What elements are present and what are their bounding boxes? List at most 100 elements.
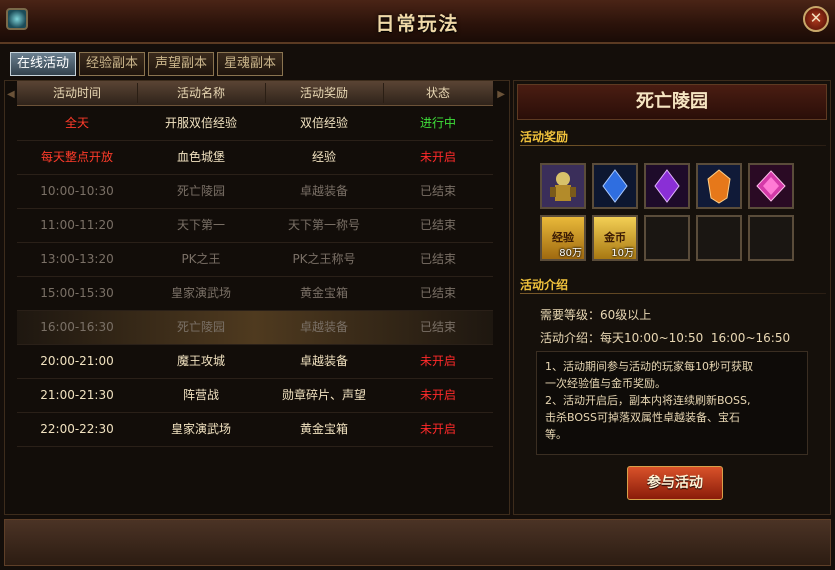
row-reward: PK之王称号 (292, 252, 356, 266)
activity-list-panel: ◀ ▶ 活动时间 活动名称 活动奖励 状态 全天 开服双倍经验 双倍经验 进行中每天整… (4, 80, 510, 515)
bottom-frame (4, 519, 831, 566)
table-row[interactable]: 全天 开服双倍经验 双倍经验 进行中 (17, 107, 493, 141)
activity-detail-title: 死亡陵园 (517, 84, 827, 120)
row-status: 未开启 (419, 388, 456, 402)
header-status: 状态 (425, 86, 450, 100)
table-row[interactable]: 15:00-15:30 皇家演武场 黄金宝箱 已结束 (17, 277, 493, 311)
tab-star-soul-dungeon[interactable]: 星魂副本 (217, 52, 284, 76)
close-button[interactable]: ✕ (803, 6, 829, 32)
level-value: 60级以上 (600, 308, 652, 322)
reward-armor-set-icon[interactable] (540, 163, 586, 209)
row-reward: 经验 (311, 150, 336, 164)
tab-online-activities[interactable]: 在线活动 (10, 52, 77, 76)
row-time: 21:00-21:30 (40, 388, 114, 402)
reward-gold-coin-icon[interactable]: 金币 10万 (592, 215, 638, 261)
activity-table-body: 全天 开服双倍经验 双倍经验 进行中每天整点开放 血色城堡 经验未开启 10:00-10:3… (17, 107, 493, 447)
row-name: PK之王 (181, 252, 221, 266)
level-requirement: 需要等级：60级以上 (540, 306, 651, 323)
row-name: 死亡陵园 (176, 320, 225, 334)
description-line: 1、活动期间参与活动的玩家每10秒可获取 (545, 360, 753, 373)
table-row[interactable]: 每天整点开放 血色城堡 经验 未开启 (17, 141, 493, 175)
row-name: 血色城堡 (176, 150, 225, 164)
empty-reward-slot (696, 215, 742, 261)
intro-label: 活动介绍： (540, 331, 601, 345)
right-arrow-icon: ▶ (497, 89, 505, 100)
row-status: 未开启 (419, 354, 456, 368)
header-name: 活动名称 (176, 86, 225, 100)
row-reward: 勋章碎片、声望 (281, 388, 366, 402)
row-time: 20:00-21:00 (40, 354, 114, 368)
reward-gold-amount: 10万 (611, 248, 634, 259)
row-status: 已结束 (419, 218, 456, 232)
row-name: 皇家演武场 (170, 286, 231, 300)
row-reward: 黄金宝箱 (299, 422, 348, 436)
activity-detail-panel: 死亡陵园 活动奖励 经验 80万 金币 10万 活动介绍 需要等级：60级以上 … (513, 80, 831, 515)
intro-section-label: 活动介绍 (520, 278, 569, 292)
row-time: 11:00-11:20 (40, 218, 114, 232)
tab-bar: 在线活动 经验副本 声望副本 星魂副本 (10, 52, 286, 76)
description-line: 击杀BOSS可掉落双属性卓越装备、宝石 (545, 411, 740, 424)
row-time: 16:00-16:30 (40, 320, 114, 334)
row-name: 魔王攻城 (176, 354, 225, 368)
header-reward: 活动奖励 (299, 86, 348, 100)
level-label: 需要等级： (540, 308, 601, 322)
reward-exp-amount: 80万 (559, 248, 582, 259)
tab-reputation-dungeon[interactable]: 声望副本 (148, 52, 215, 76)
row-name: 死亡陵园 (176, 184, 225, 198)
section-divider (520, 293, 826, 294)
table-row[interactable]: 11:00-11:20 天下第一 天下第一称号 已结束 (17, 209, 493, 243)
row-reward: 卓越装备 (299, 320, 348, 334)
table-row[interactable]: 21:00-21:30 阵营战 勋章碎片、声望 未开启 (17, 379, 493, 413)
row-reward: 黄金宝箱 (299, 286, 348, 300)
title-bar: 日常玩法 ✕ (0, 0, 835, 44)
section-divider (520, 145, 826, 146)
table-row[interactable]: 20:00-21:00 魔王攻城 卓越装备 未开启 (17, 345, 493, 379)
header-divider (137, 83, 138, 103)
row-status: 进行中 (419, 116, 456, 130)
table-row[interactable]: 13:00-13:20 PK之王 PK之王称号 已结束 (17, 243, 493, 277)
empty-reward-slot (748, 215, 794, 261)
description-line: 等。 (545, 428, 567, 441)
row-time: 全天 (64, 116, 89, 130)
reward-exp-label: 经验 (552, 231, 574, 244)
row-status: 已结束 (419, 286, 456, 300)
description-line: 2、活动开启后，副本内将连续刷新BOSS, (545, 394, 751, 407)
row-name: 皇家演武场 (170, 422, 231, 436)
header-time: 活动时间 (52, 86, 101, 100)
reward-pink-gem-icon[interactable] (748, 163, 794, 209)
row-name: 开服双倍经验 (164, 116, 237, 130)
activity-description: 1、活动期间参与活动的玩家每10秒可获取 一次经验值与金币奖励。 2、活动开启后… (536, 351, 808, 455)
row-time: 13:00-13:20 (40, 252, 114, 266)
left-arrow-icon: ◀ (7, 89, 15, 100)
row-time: 每天整点开放 (40, 150, 113, 164)
table-header: 活动时间 活动名称 活动奖励 状态 (17, 81, 493, 106)
reward-blue-gem-icon[interactable] (592, 163, 638, 209)
table-row[interactable]: 10:00-10:30 死亡陵园 卓越装备 已结束 (17, 175, 493, 209)
row-status: 已结束 (419, 320, 456, 334)
daily-activities-window: 日常玩法 ✕ 在线活动 经验副本 声望副本 星魂副本 ◀ ▶ 活动时间 活动名称… (0, 0, 835, 570)
row-time: 15:00-15:30 (40, 286, 114, 300)
table-row[interactable]: 16:00-16:30 死亡陵园 卓越装备 已结束 (17, 311, 493, 345)
header-divider (265, 83, 266, 103)
reward-orange-gem-icon[interactable] (696, 163, 742, 209)
join-activity-button[interactable]: 参与活动 (627, 466, 723, 500)
window-title: 日常玩法 (375, 13, 460, 35)
empty-reward-slot (644, 215, 690, 261)
reward-purple-gem-icon[interactable] (644, 163, 690, 209)
table-row[interactable]: 22:00-22:30 皇家演武场 黄金宝箱 未开启 (17, 413, 493, 447)
row-name: 天下第一 (176, 218, 225, 232)
row-reward: 卓越装备 (299, 184, 348, 198)
intro-value: 每天10:00~10:50 16:00~16:50 (600, 331, 791, 345)
reward-section-label: 活动奖励 (520, 130, 569, 144)
row-time: 10:00-10:30 (40, 184, 114, 198)
reward-exp-icon[interactable]: 经验 80万 (540, 215, 586, 261)
row-status: 已结束 (419, 184, 456, 198)
row-status: 已结束 (419, 252, 456, 266)
row-reward: 天下第一称号 (287, 218, 360, 232)
activity-schedule: 活动介绍：每天10:00~10:50 16:00~16:50 (540, 329, 790, 346)
header-divider (383, 83, 384, 103)
row-time: 22:00-22:30 (40, 422, 114, 436)
row-reward: 卓越装备 (299, 354, 348, 368)
row-reward: 双倍经验 (299, 116, 348, 130)
tab-exp-dungeon[interactable]: 经验副本 (79, 52, 146, 76)
